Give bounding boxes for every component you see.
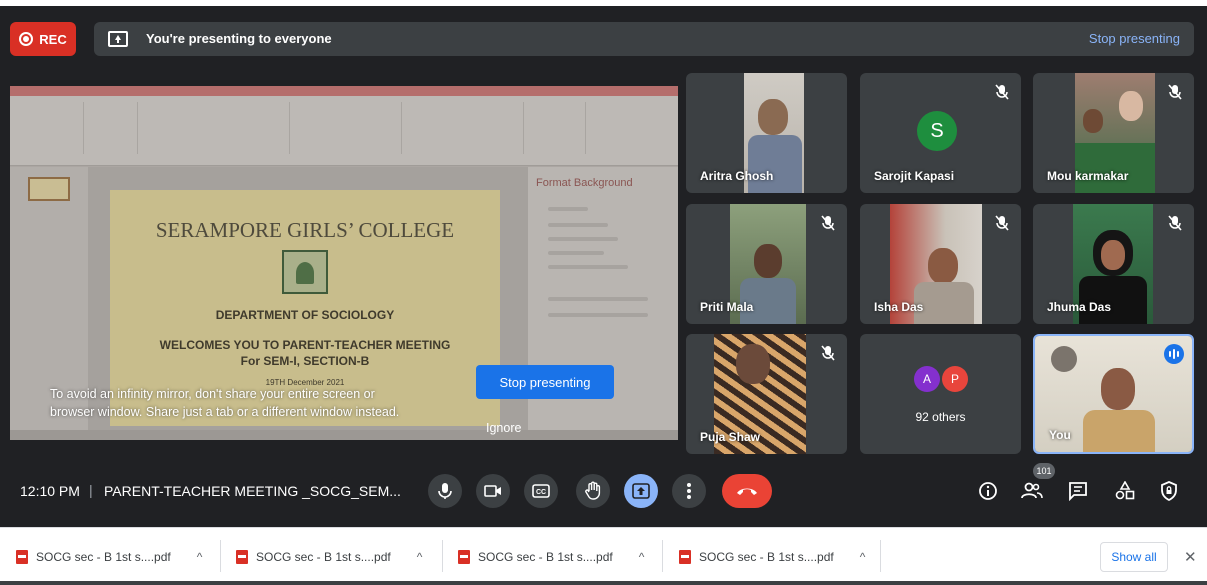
top-strip [0, 0, 1207, 6]
download-item[interactable]: SOCG sec - B 1st s....pdf ^ [236, 542, 422, 572]
infinity-mirror-message: To avoid an infinity mirror, don't share… [50, 385, 470, 421]
host-controls-icon [1161, 481, 1177, 501]
raise-hand-button[interactable] [576, 474, 610, 508]
more-options-button[interactable] [672, 474, 706, 508]
message-line: To avoid an infinity mirror, don't share… [50, 387, 375, 401]
mic-off-icon [1168, 84, 1182, 100]
participant-tile[interactable]: Mou karmakar [1033, 73, 1194, 193]
activities-icon [1115, 481, 1135, 500]
chevron-up-icon[interactable]: ^ [639, 550, 645, 564]
mic-off-icon [821, 345, 835, 361]
participant-name: Isha Das [874, 300, 924, 314]
downloads-bar: SOCG sec - B 1st s....pdf ^ SOCG sec - B… [0, 527, 1207, 585]
participant-name: Aritra Ghosh [700, 169, 774, 183]
participant-name: Jhuma Das [1047, 300, 1112, 314]
chevron-up-icon[interactable]: ^ [417, 550, 423, 564]
mic-off-icon [995, 215, 1009, 231]
message-line: browser window. Share just a tab or a di… [50, 405, 400, 419]
download-filename: SOCG sec - B 1st s....pdf [256, 550, 391, 564]
captions-icon: CC [532, 484, 550, 498]
download-item[interactable]: SOCG sec - B 1st s....pdf ^ [16, 542, 202, 572]
divider [880, 540, 881, 572]
participant-name: Sarojit Kapasi [874, 169, 955, 183]
mic-off-icon [995, 84, 1009, 100]
captions-button[interactable]: CC [524, 474, 558, 508]
end-call-icon [737, 488, 757, 495]
pdf-icon [679, 550, 691, 564]
separator: | [89, 482, 93, 498]
present-button[interactable] [624, 474, 658, 508]
mic-off-icon [1168, 215, 1182, 231]
present-icon [108, 31, 128, 47]
participant-name: Mou karmakar [1047, 169, 1129, 183]
stop-presenting-link[interactable]: Stop presenting [1089, 31, 1180, 46]
bottom-edge [0, 581, 1207, 585]
chat-button[interactable] [1067, 480, 1089, 502]
divider [662, 540, 663, 572]
recording-indicator[interactable]: REC [10, 22, 76, 56]
people-count-badge: 101 [1033, 463, 1055, 479]
download-filename: SOCG sec - B 1st s....pdf [36, 550, 171, 564]
present-icon [632, 483, 650, 499]
camera-button[interactable] [476, 474, 510, 508]
show-all-button[interactable]: Show all [1100, 542, 1168, 572]
people-icon [1021, 482, 1043, 499]
end-call-button[interactable] [722, 474, 772, 508]
participant-name: Puja Shaw [700, 430, 761, 444]
record-icon [19, 32, 34, 46]
pdf-icon [458, 550, 470, 564]
pdf-icon [16, 550, 28, 564]
svg-text:CC: CC [536, 489, 546, 496]
others-tile[interactable]: A P 92 others [860, 334, 1021, 454]
people-button[interactable] [1021, 480, 1043, 502]
participant-tile[interactable]: Isha Das [860, 204, 1021, 324]
self-tile[interactable]: You [1033, 334, 1194, 454]
participant-name: You [1049, 428, 1071, 442]
chat-icon [1069, 482, 1087, 501]
meet-window: REC You're presenting to everyone Stop p… [0, 0, 1207, 527]
mic-off-icon [821, 215, 835, 231]
download-filename: SOCG sec - B 1st s....pdf [699, 550, 834, 564]
participant-avatar: P [942, 366, 968, 392]
participant-tile[interactable]: Puja Shaw [686, 334, 847, 454]
participant-name: Priti Mala [700, 300, 754, 314]
stop-presenting-button[interactable]: Stop presenting [476, 365, 614, 399]
chevron-up-icon[interactable]: ^ [860, 550, 866, 564]
camera-icon [484, 485, 501, 497]
more-options-icon [687, 483, 691, 499]
meeting-title: PARENT-TEACHER MEETING _SOCG_SEM... [104, 483, 401, 499]
speaking-indicator-icon [1164, 344, 1184, 364]
presenting-banner: You're presenting to everyone Stop prese… [94, 22, 1194, 56]
chevron-up-icon[interactable]: ^ [197, 550, 203, 564]
divider [442, 540, 443, 572]
download-filename: SOCG sec - B 1st s....pdf [478, 550, 613, 564]
pdf-icon [236, 550, 248, 564]
download-item[interactable]: SOCG sec - B 1st s....pdf ^ [679, 542, 865, 572]
activities-button[interactable] [1114, 480, 1136, 502]
raise-hand-icon [585, 481, 601, 500]
participant-avatar: A [914, 366, 940, 392]
presenting-text: You're presenting to everyone [146, 31, 332, 46]
others-count: 92 others [915, 410, 966, 424]
participant-tile[interactable]: Jhuma Das [1033, 204, 1194, 324]
meeting-details-button[interactable] [977, 480, 999, 502]
close-icon[interactable]: ✕ [1184, 548, 1197, 566]
participant-tile[interactable]: Aritra Ghosh [686, 73, 847, 193]
host-controls-button[interactable] [1158, 480, 1180, 502]
info-icon [979, 482, 997, 500]
download-item[interactable]: SOCG sec - B 1st s....pdf ^ [458, 542, 644, 572]
mic-button[interactable] [428, 474, 462, 508]
participant-avatar: S [917, 111, 957, 151]
ignore-button[interactable]: Ignore [486, 421, 521, 435]
infinity-mirror-overlay: To avoid an infinity mirror, don't share… [10, 86, 678, 440]
divider [220, 540, 221, 572]
participant-tile[interactable]: S Sarojit Kapasi [860, 73, 1021, 193]
mic-icon [438, 483, 452, 499]
clock: 12:10 PM [20, 483, 80, 499]
rec-label: REC [39, 31, 67, 47]
participant-tile[interactable]: Priti Mala [686, 204, 847, 324]
